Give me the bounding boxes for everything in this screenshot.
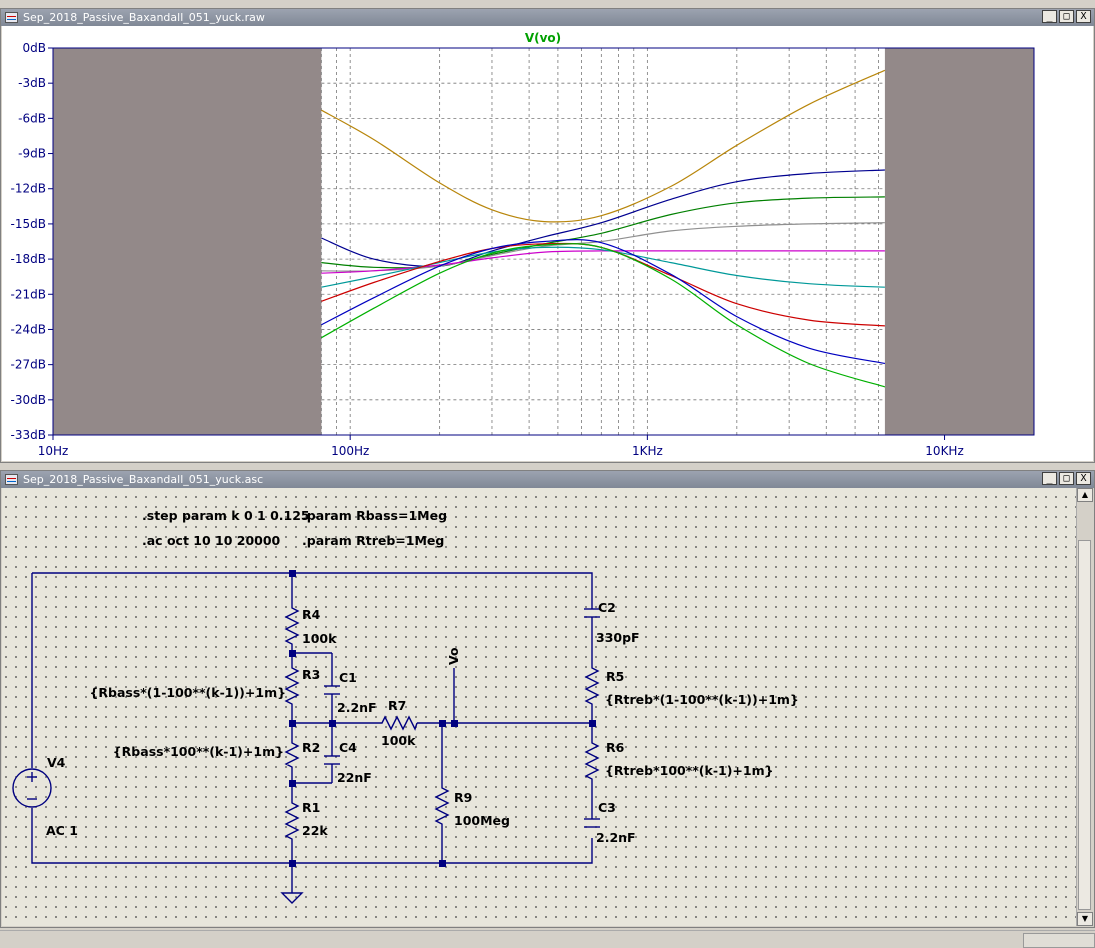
directive-rtreb[interactable]: .param Rtreb=1Meg [302,533,444,548]
r3-name[interactable]: R3 [302,667,320,682]
scroll-thumb[interactable] [1078,540,1091,910]
series-line-3 [321,222,885,272]
v4-name[interactable]: V4 [47,755,66,770]
waveform-window-title: Sep_2018_Passive_Baxandall_051_yuck.raw [23,11,265,24]
y-tick-label: 0dB [23,41,46,55]
series-line-7 [321,239,886,365]
resistor-r3 [284,663,300,708]
out-of-range-right [884,48,1034,435]
r7-value[interactable]: 100k [381,733,416,748]
y-tick-label: -33dB [11,428,46,442]
r9-value[interactable]: 100Meg [454,813,510,828]
c3-value[interactable]: 2.2nF [596,830,636,845]
r2-name[interactable]: R2 [302,740,320,755]
directive-step[interactable]: .step param k 0 1 0.125 [142,508,310,523]
junctions [289,570,596,867]
x-tick-label: 100Hz [331,444,369,458]
plot-pane[interactable]: 0dB -3dB -6dB -9dB -12dB -15dB -18dB -21dB -24dB… [2,26,1093,461]
out-of-range-left [53,48,322,435]
c2-value[interactable]: 330pF [596,630,640,645]
schematic-window-icon [5,474,18,485]
series-line-6 [321,242,885,327]
resistor-r5 [584,663,600,708]
r6-value[interactable]: {Rtreb*100**(k-1)+1m} [605,763,774,778]
maximize-button[interactable]: □ [1059,10,1074,23]
y-tick-label: -9dB [18,147,46,161]
maximize-button[interactable]: □ [1059,472,1074,485]
minimize-button[interactable]: _ [1042,10,1057,23]
y-tick-label: -27dB [11,358,46,372]
minimize-button[interactable]: _ [1042,472,1057,485]
status-bar [0,930,1095,948]
r5-name[interactable]: R5 [606,669,624,684]
schematic-title-bar[interactable]: Sep_2018_Passive_Baxandall_051_yuck.asc … [1,471,1094,488]
x-tick-label: 1KHz [632,444,663,458]
waveform-title-bar[interactable]: Sep_2018_Passive_Baxandall_051_yuck.raw … [1,9,1094,26]
close-button[interactable]: X [1076,472,1091,485]
bode-plot[interactable]: 0dB -3dB -6dB -9dB -12dB -15dB -18dB -21dB -24dB… [2,26,1095,463]
r4-name[interactable]: R4 [302,607,321,622]
scroll-up-icon[interactable]: ▲ [1077,488,1093,502]
vo-net-label[interactable]: Vo [446,647,461,665]
r1-name[interactable]: R1 [302,800,320,815]
c4-name[interactable]: C4 [339,740,357,755]
r5-value[interactable]: {Rtreb*(1-100**(k-1))+1m} [605,692,799,707]
resistor-r4 [284,603,300,648]
y-tick-label: -18dB [11,252,46,266]
v4-value[interactable]: AC 1 [46,823,78,838]
scroll-down-icon[interactable]: ▼ [1077,912,1093,926]
resistor-r9 [434,783,450,828]
c1-value[interactable]: 2.2nF [337,700,377,715]
series-line-1 [321,169,885,267]
r4-value[interactable]: 100k [302,631,337,646]
c4-value[interactable]: 22nF [337,770,372,785]
resistor-r7 [377,715,418,731]
r7-name[interactable]: R7 [388,698,406,713]
directive-ac[interactable]: .ac oct 10 10 20000 [142,533,281,548]
r2-value[interactable]: {Rbass*100**(k-1)+1m} [113,744,284,759]
y-tick-label: -24dB [11,322,46,336]
y-tick-label: -15dB [11,217,46,231]
directive-rbass[interactable]: .param Rbass=1Meg [302,508,447,523]
r9-name[interactable]: R9 [454,790,472,805]
c2-name[interactable]: C2 [598,600,616,615]
r6-name[interactable]: R6 [606,740,625,755]
vertical-scrollbar[interactable]: ▲ ▼ [1076,488,1093,926]
schematic-window-title: Sep_2018_Passive_Baxandall_051_yuck.asc [23,473,264,486]
x-tick-label: 10Hz [38,444,69,458]
schematic-window: Sep_2018_Passive_Baxandall_051_yuck.asc … [0,470,1095,928]
x-tick-label: 10KHz [925,444,963,458]
resistor-r2 [284,738,300,768]
r1-value[interactable]: 22k [302,823,328,838]
y-tick-label: -12dB [11,182,46,196]
c1-name[interactable]: C1 [339,670,357,685]
y-tick-label: -6dB [18,111,46,125]
y-tick-label: -3dB [18,76,46,90]
schematic-canvas[interactable]: .step param k 0 1 0.125 .param Rbass=1Me… [2,488,1076,926]
chart-title: V(vo) [525,31,561,45]
wires [12,572,600,904]
series-line-0 [321,69,886,223]
y-tick-label: -21dB [11,287,46,301]
resistor-r1 [284,798,300,843]
waveform-window: Sep_2018_Passive_Baxandall_051_yuck.raw … [0,8,1095,463]
c3-name[interactable]: C3 [598,800,616,815]
ground-symbol [280,892,304,904]
status-panel [1023,933,1095,948]
series-line-2 [321,196,885,269]
resistor-r6 [584,738,600,783]
close-button[interactable]: X [1076,10,1091,23]
y-tick-label: -30dB [11,393,46,407]
r3-value[interactable]: {Rbass*(1-100**(k-1))+1m} [89,685,286,700]
waveform-window-icon [5,12,18,23]
schematic-drawing[interactable]: .step param k 0 1 0.125 .param Rbass=1Me… [2,488,1077,927]
